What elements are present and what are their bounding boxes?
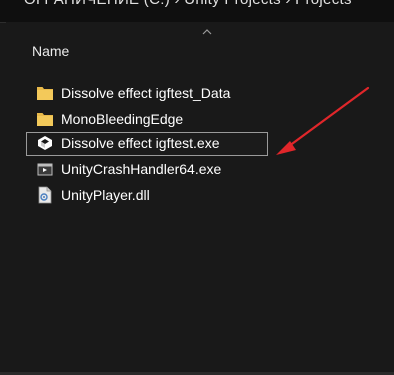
folder-icon-svg: [37, 87, 53, 100]
unity-app-icon: [36, 134, 54, 152]
folder-icon-svg: [37, 113, 53, 126]
file-name: MonoBleedingEdge: [61, 111, 184, 127]
file-name: Dissolve effect igftest_Data: [61, 85, 231, 101]
folder-icon: [36, 84, 54, 102]
folder-icon: [36, 110, 54, 128]
file-row-dissolve-exe[interactable]: Dissolve effect igftest.exe: [26, 132, 268, 156]
file-explorer-window: ОГРАНИЧЕНИЕ (C:) › Unity Projects › Proj…: [0, 0, 394, 375]
exe-icon-svg: [37, 163, 53, 176]
dll-icon-svg: [38, 186, 52, 204]
annotation-arrow-icon: [276, 86, 370, 155]
file-name: Dissolve effect igftest.exe: [61, 135, 220, 151]
file-row-unityplayer-dll[interactable]: UnityPlayer.dll: [26, 184, 296, 208]
address-bar-strip: ОГРАНИЧЕНИЕ (C:) › Unity Projects › Proj…: [0, 0, 394, 23]
file-name: UnityPlayer.dll: [61, 187, 150, 203]
sort-chevron-up-icon[interactable]: [202, 29, 212, 37]
file-name: UnityCrashHandler64.exe: [61, 161, 222, 177]
dll-file-icon: [36, 186, 54, 204]
address-bar-text: ОГРАНИЧЕНИЕ (C:) › Unity Projects › Proj…: [24, 0, 352, 8]
chevron-up-icon-svg: [202, 29, 212, 35]
crash-handler-exe-icon: [36, 160, 54, 178]
unity-logo-svg: [38, 136, 52, 150]
column-header-name-label: Name: [32, 43, 70, 59]
